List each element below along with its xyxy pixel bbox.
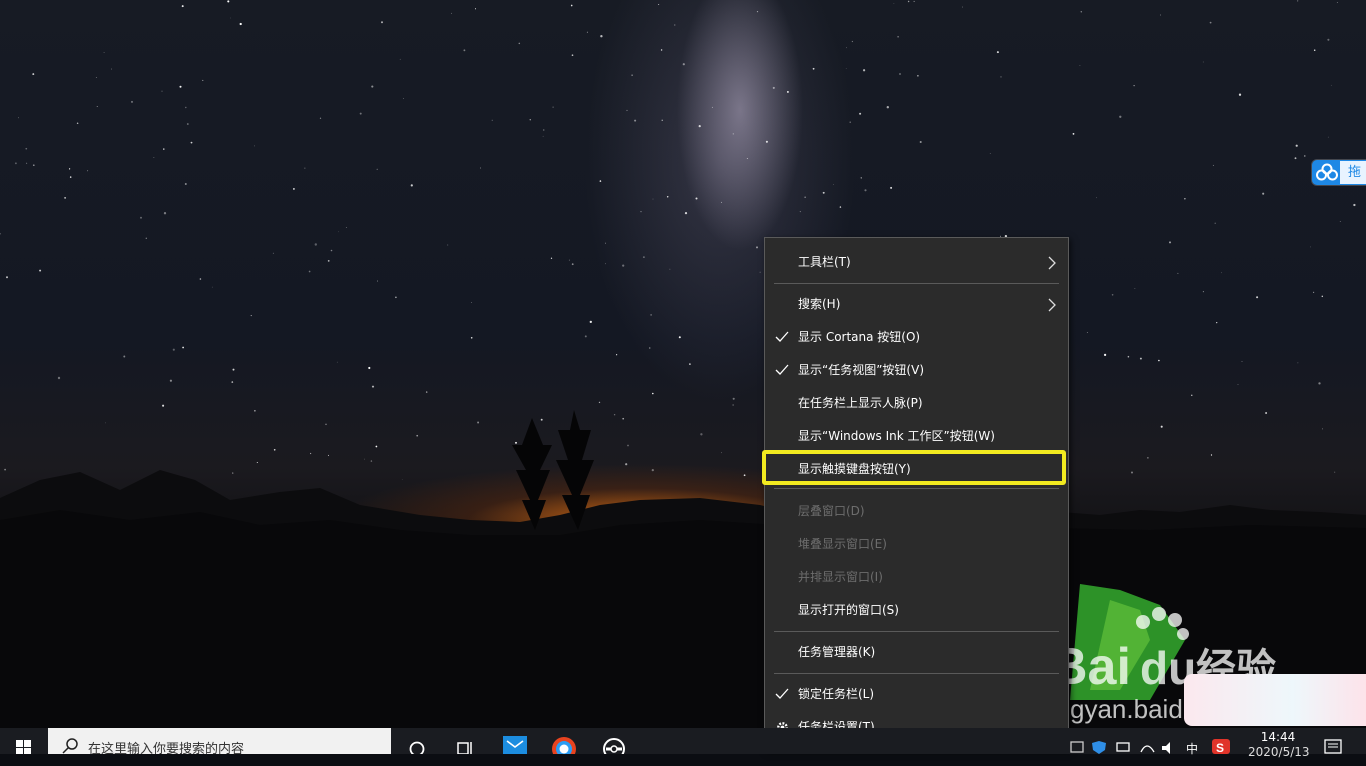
highlight-box [762,450,1066,485]
windows-start-icon[interactable] [0,728,48,754]
menu-item: 层叠窗口(D) [765,495,1068,528]
menu-item-label: 工具栏(T) [798,255,851,269]
menu-item[interactable]: 显示“Windows Ink 工作区”按钮(W) [765,420,1068,453]
search-placeholder: 在这里输入你要搜索的内容 [88,742,245,757]
menu-item-label: 堆叠显示窗口(E) [798,537,887,551]
menu-item[interactable]: 显示“任务视图”按钮(V) [765,354,1068,387]
menu-item-label: 显示 Cortana 按钮(O) [798,330,921,344]
menu-separator [774,488,1059,489]
side-tab-label: 拖 [1340,161,1366,184]
menu-item-label: 搜索(H) [798,297,841,311]
mail-app-icon[interactable] [502,728,528,754]
network-icon[interactable] [1114,728,1132,754]
wifi-icon[interactable] [1138,728,1156,754]
cloud-drive-side-tab[interactable]: 拖 [1312,160,1366,185]
task-view-icon[interactable] [452,728,478,754]
menu-item[interactable]: 显示 Cortana 按钮(O) [765,321,1068,354]
volume-icon[interactable] [1160,728,1178,754]
menu-separator [774,283,1059,284]
menu-item[interactable]: 在任务栏上显示人脉(P) [765,387,1068,420]
action-center-icon[interactable] [1322,728,1344,754]
cortana-icon[interactable] [404,728,430,754]
clock-time: 14:44 [1260,730,1296,744]
svg-text:S: S [1216,741,1224,754]
desktop-wallpaper [0,0,1366,754]
checkmark-icon [775,364,789,375]
menu-item-label: 层叠窗口(D) [798,504,865,518]
menu-item[interactable]: 锁定任务栏(L) [765,678,1068,711]
menu-item[interactable]: 显示打开的窗口(S) [765,594,1068,627]
chevron-right-icon [1048,298,1056,312]
menu-item-label: 显示“任务视图”按钮(V) [798,363,925,377]
cloud-icon [1316,163,1338,181]
taskbar-search-box[interactable]: 在这里输入你要搜索的内容 [48,728,391,757]
sogou-ime-icon[interactable]: S [1210,728,1232,754]
ime-indicator[interactable]: 中 [1186,740,1198,766]
browser-icon[interactable] [551,728,577,754]
search-icon [62,738,78,754]
mountain-silhouette [0,410,1366,754]
taskbar-context-menu: 工具栏(T) 搜索(H) 显示 Cortana 按钮(O) 显示“任务视图”按钮(V)… [762,237,1069,750]
menu-separator [774,631,1059,632]
menu-item-label: 并排显示窗口(I) [798,570,883,584]
security-shield-icon[interactable] [1090,728,1108,754]
tray-app-icon[interactable] [1068,728,1086,754]
menu-item-label: 在任务栏上显示人脉(P) [798,396,923,410]
menu-item: 并排显示窗口(I) [765,561,1068,594]
menu-item-label: 显示打开的窗口(S) [798,603,899,617]
menu-item[interactable]: 任务管理器(K) [765,636,1068,669]
menu-item[interactable]: 搜索(H) [765,288,1068,321]
checkmark-icon [775,331,789,342]
taskbar: 在这里输入你要搜索的内容 中 S 14:44 2020/5/13 [0,728,1366,759]
menu-item-label: 任务管理器(K) [798,645,876,659]
menu-item: 堆叠显示窗口(E) [765,528,1068,561]
media-app-icon[interactable] [601,728,627,754]
menu-item-label: 锁定任务栏(L) [798,687,875,701]
decorative-sticker [1184,674,1366,726]
menu-item[interactable]: 工具栏(T) [765,246,1068,279]
menu-item-label: 显示“Windows Ink 工作区”按钮(W) [798,429,995,443]
clock-date: 2020/5/13 [1248,745,1310,759]
menu-separator [774,673,1059,674]
checkmark-icon [775,688,789,699]
system-clock[interactable]: 14:44 2020/5/13 [1248,730,1310,760]
chevron-right-icon [1048,256,1056,270]
